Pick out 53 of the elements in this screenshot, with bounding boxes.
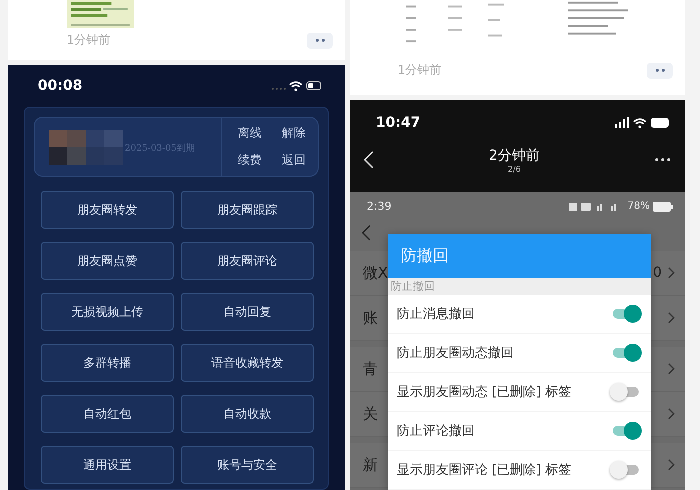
account-action[interactable]: 返回 bbox=[282, 152, 306, 169]
chevron-icon bbox=[668, 408, 675, 420]
row-label: 新 bbox=[363, 456, 378, 474]
section-label: 防止撤回 bbox=[391, 280, 435, 293]
option-row[interactable]: 防止朋友圈动态撤回 bbox=[388, 334, 651, 373]
option-row[interactable]: 显示朋友圈动态 [已删除] 标签 bbox=[388, 373, 651, 412]
feature-button[interactable]: 语音收藏转发 bbox=[181, 344, 314, 382]
feature-button[interactable]: 朋友圈评论 bbox=[181, 242, 314, 280]
battery-icon bbox=[653, 202, 673, 212]
more-button[interactable] bbox=[647, 62, 673, 78]
feature-button[interactable]: 朋友圈转发 bbox=[41, 191, 174, 229]
feature-button[interactable]: 自动收款 bbox=[181, 395, 314, 433]
option-row[interactable]: 防止消息撤回 bbox=[388, 295, 651, 334]
feature-button[interactable]: 账号与安全 bbox=[181, 446, 314, 484]
row-value: 0 bbox=[653, 265, 662, 281]
post-time: 1分钟前 bbox=[67, 32, 111, 49]
chevron-icon bbox=[668, 267, 675, 279]
feature-button[interactable]: 通用设置 bbox=[41, 446, 174, 484]
status-time: 2:39 bbox=[367, 200, 392, 213]
chevron-icon bbox=[668, 363, 675, 375]
page-counter: 2/6 bbox=[508, 164, 521, 174]
option-label: 防止消息撤回 bbox=[397, 306, 475, 323]
dialog-title: 防撤回 bbox=[401, 246, 449, 266]
status-time: 00:08 bbox=[38, 78, 83, 94]
option-label: 防止评论撤回 bbox=[397, 423, 475, 440]
row-label: 关 bbox=[363, 404, 378, 424]
chevron-icon bbox=[668, 459, 675, 471]
row-label: 账 bbox=[363, 308, 378, 328]
feature-button[interactable]: 自动回复 bbox=[181, 293, 314, 331]
account-action[interactable]: 离线 bbox=[238, 125, 262, 142]
post-time: 1分钟前 bbox=[398, 62, 442, 79]
row-label: 青 bbox=[363, 360, 378, 378]
option-label: 显示朋友圈评论 [已删除] 标签 bbox=[397, 462, 572, 479]
chevron-icon bbox=[668, 312, 675, 324]
account-action[interactable]: 续费 bbox=[238, 152, 262, 169]
option-row[interactable]: 显示朋友圈评论 [已删除] 标签 bbox=[388, 451, 651, 490]
viewer-title: 2分钟前 bbox=[489, 146, 540, 164]
more-button[interactable] bbox=[307, 32, 333, 48]
feature-button[interactable]: 朋友圈跟踪 bbox=[181, 191, 314, 229]
feature-button[interactable]: 多群转播 bbox=[41, 344, 174, 382]
status-icons bbox=[269, 80, 323, 92]
option-label: 显示朋友圈动态 [已删除] 标签 bbox=[397, 384, 572, 401]
option-row[interactable]: 防止评论撤回 bbox=[388, 412, 651, 451]
status-icons bbox=[615, 117, 671, 129]
feature-button[interactable]: 朋友圈点赞 bbox=[41, 242, 174, 280]
battery-level: 78% bbox=[628, 201, 650, 212]
more-icon[interactable] bbox=[654, 158, 671, 162]
status-time: 10:47 bbox=[376, 115, 421, 131]
row-label: 微X bbox=[363, 264, 388, 282]
feature-button[interactable]: 无损视频上传 bbox=[41, 293, 174, 331]
account-action[interactable]: 解除 bbox=[282, 125, 306, 142]
option-label: 防止朋友圈动态撤回 bbox=[397, 345, 514, 362]
feature-button[interactable]: 自动红包 bbox=[41, 395, 174, 433]
